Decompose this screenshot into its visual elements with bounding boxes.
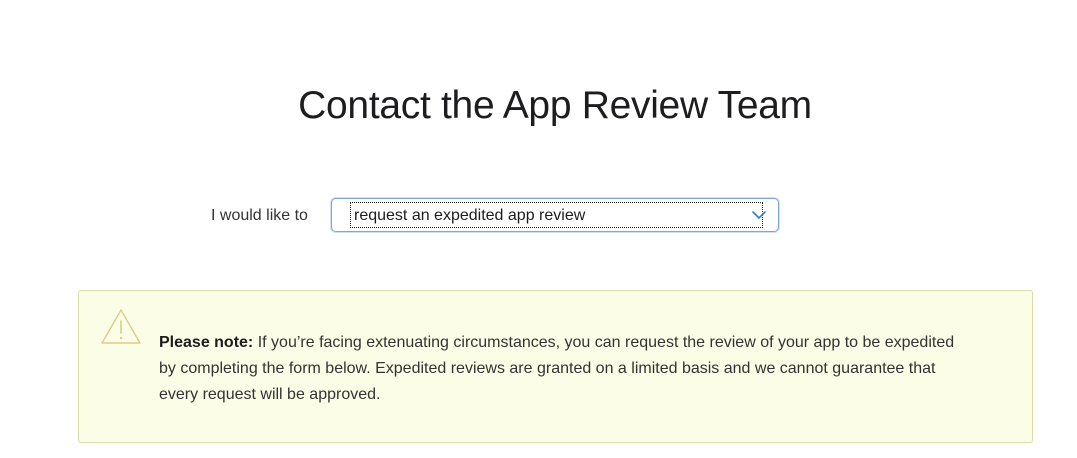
topic-select[interactable]: request an expedited app review xyxy=(331,198,779,232)
topic-row: I would like to request an expedited app… xyxy=(0,198,1077,234)
contact-page: Contact the App Review Team I would like… xyxy=(0,0,1077,458)
notice-lead: Please note: xyxy=(159,334,254,351)
notice-text: Please note: If you’re facing extenuatin… xyxy=(159,330,959,408)
topic-select-value: request an expedited app review xyxy=(354,207,586,224)
topic-label: I would like to xyxy=(211,207,308,224)
warning-icon xyxy=(100,308,142,345)
notice-body: If you’re facing extenuating circumstanc… xyxy=(159,334,955,403)
page-title: Contact the App Review Team xyxy=(298,84,812,127)
chevron-down-icon xyxy=(750,207,768,223)
notice-box: Please note: If you’re facing extenuatin… xyxy=(78,290,1033,443)
